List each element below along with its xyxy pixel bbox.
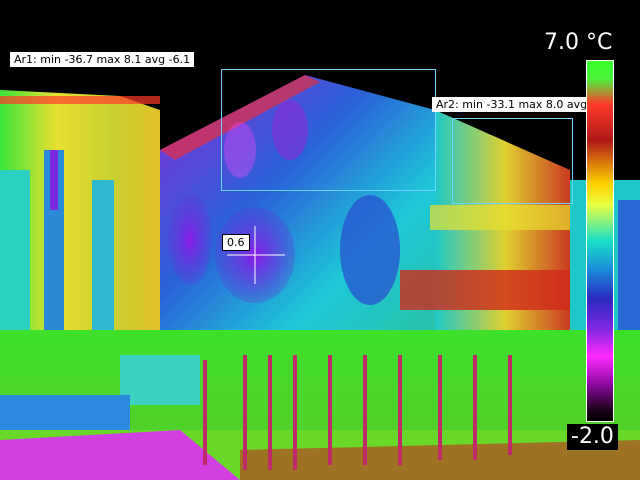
spot-value-label: 0.6	[222, 234, 250, 251]
area-label-ar1: Ar1: min -36.7 max 8.1 avg -6.1	[10, 52, 195, 67]
color-scale-bar	[586, 60, 614, 422]
area-box-ar1[interactable]	[221, 69, 436, 191]
scale-max-label: 7.0 °C	[544, 30, 613, 55]
area-box-ar2[interactable]	[452, 118, 573, 204]
scale-min-label: -2.0	[567, 424, 618, 450]
